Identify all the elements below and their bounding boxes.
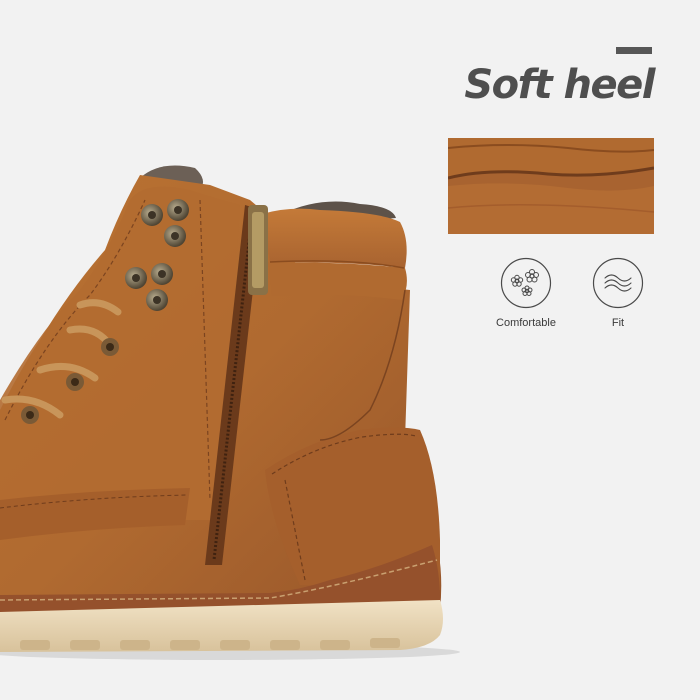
padded-collar: [262, 208, 407, 268]
feature-label-fit: Fit: [611, 317, 625, 329]
title-accent-bar: [616, 47, 652, 54]
product-image: Soft heel Comfortable Fit: [0, 0, 700, 700]
feature-comfortable: Comfortable: [486, 257, 566, 329]
flowers-icon: [500, 257, 552, 309]
feature-label-comfortable: Comfortable: [496, 317, 556, 329]
zipper-pull-face: [252, 212, 264, 288]
feature-fit: Fit: [578, 257, 658, 329]
heel-detail-closeup: [448, 138, 654, 234]
section-title: Soft heel: [464, 62, 655, 108]
waves-icon: [592, 257, 644, 309]
front-panel: [0, 186, 240, 520]
padded-collar-lower: [268, 262, 407, 300]
